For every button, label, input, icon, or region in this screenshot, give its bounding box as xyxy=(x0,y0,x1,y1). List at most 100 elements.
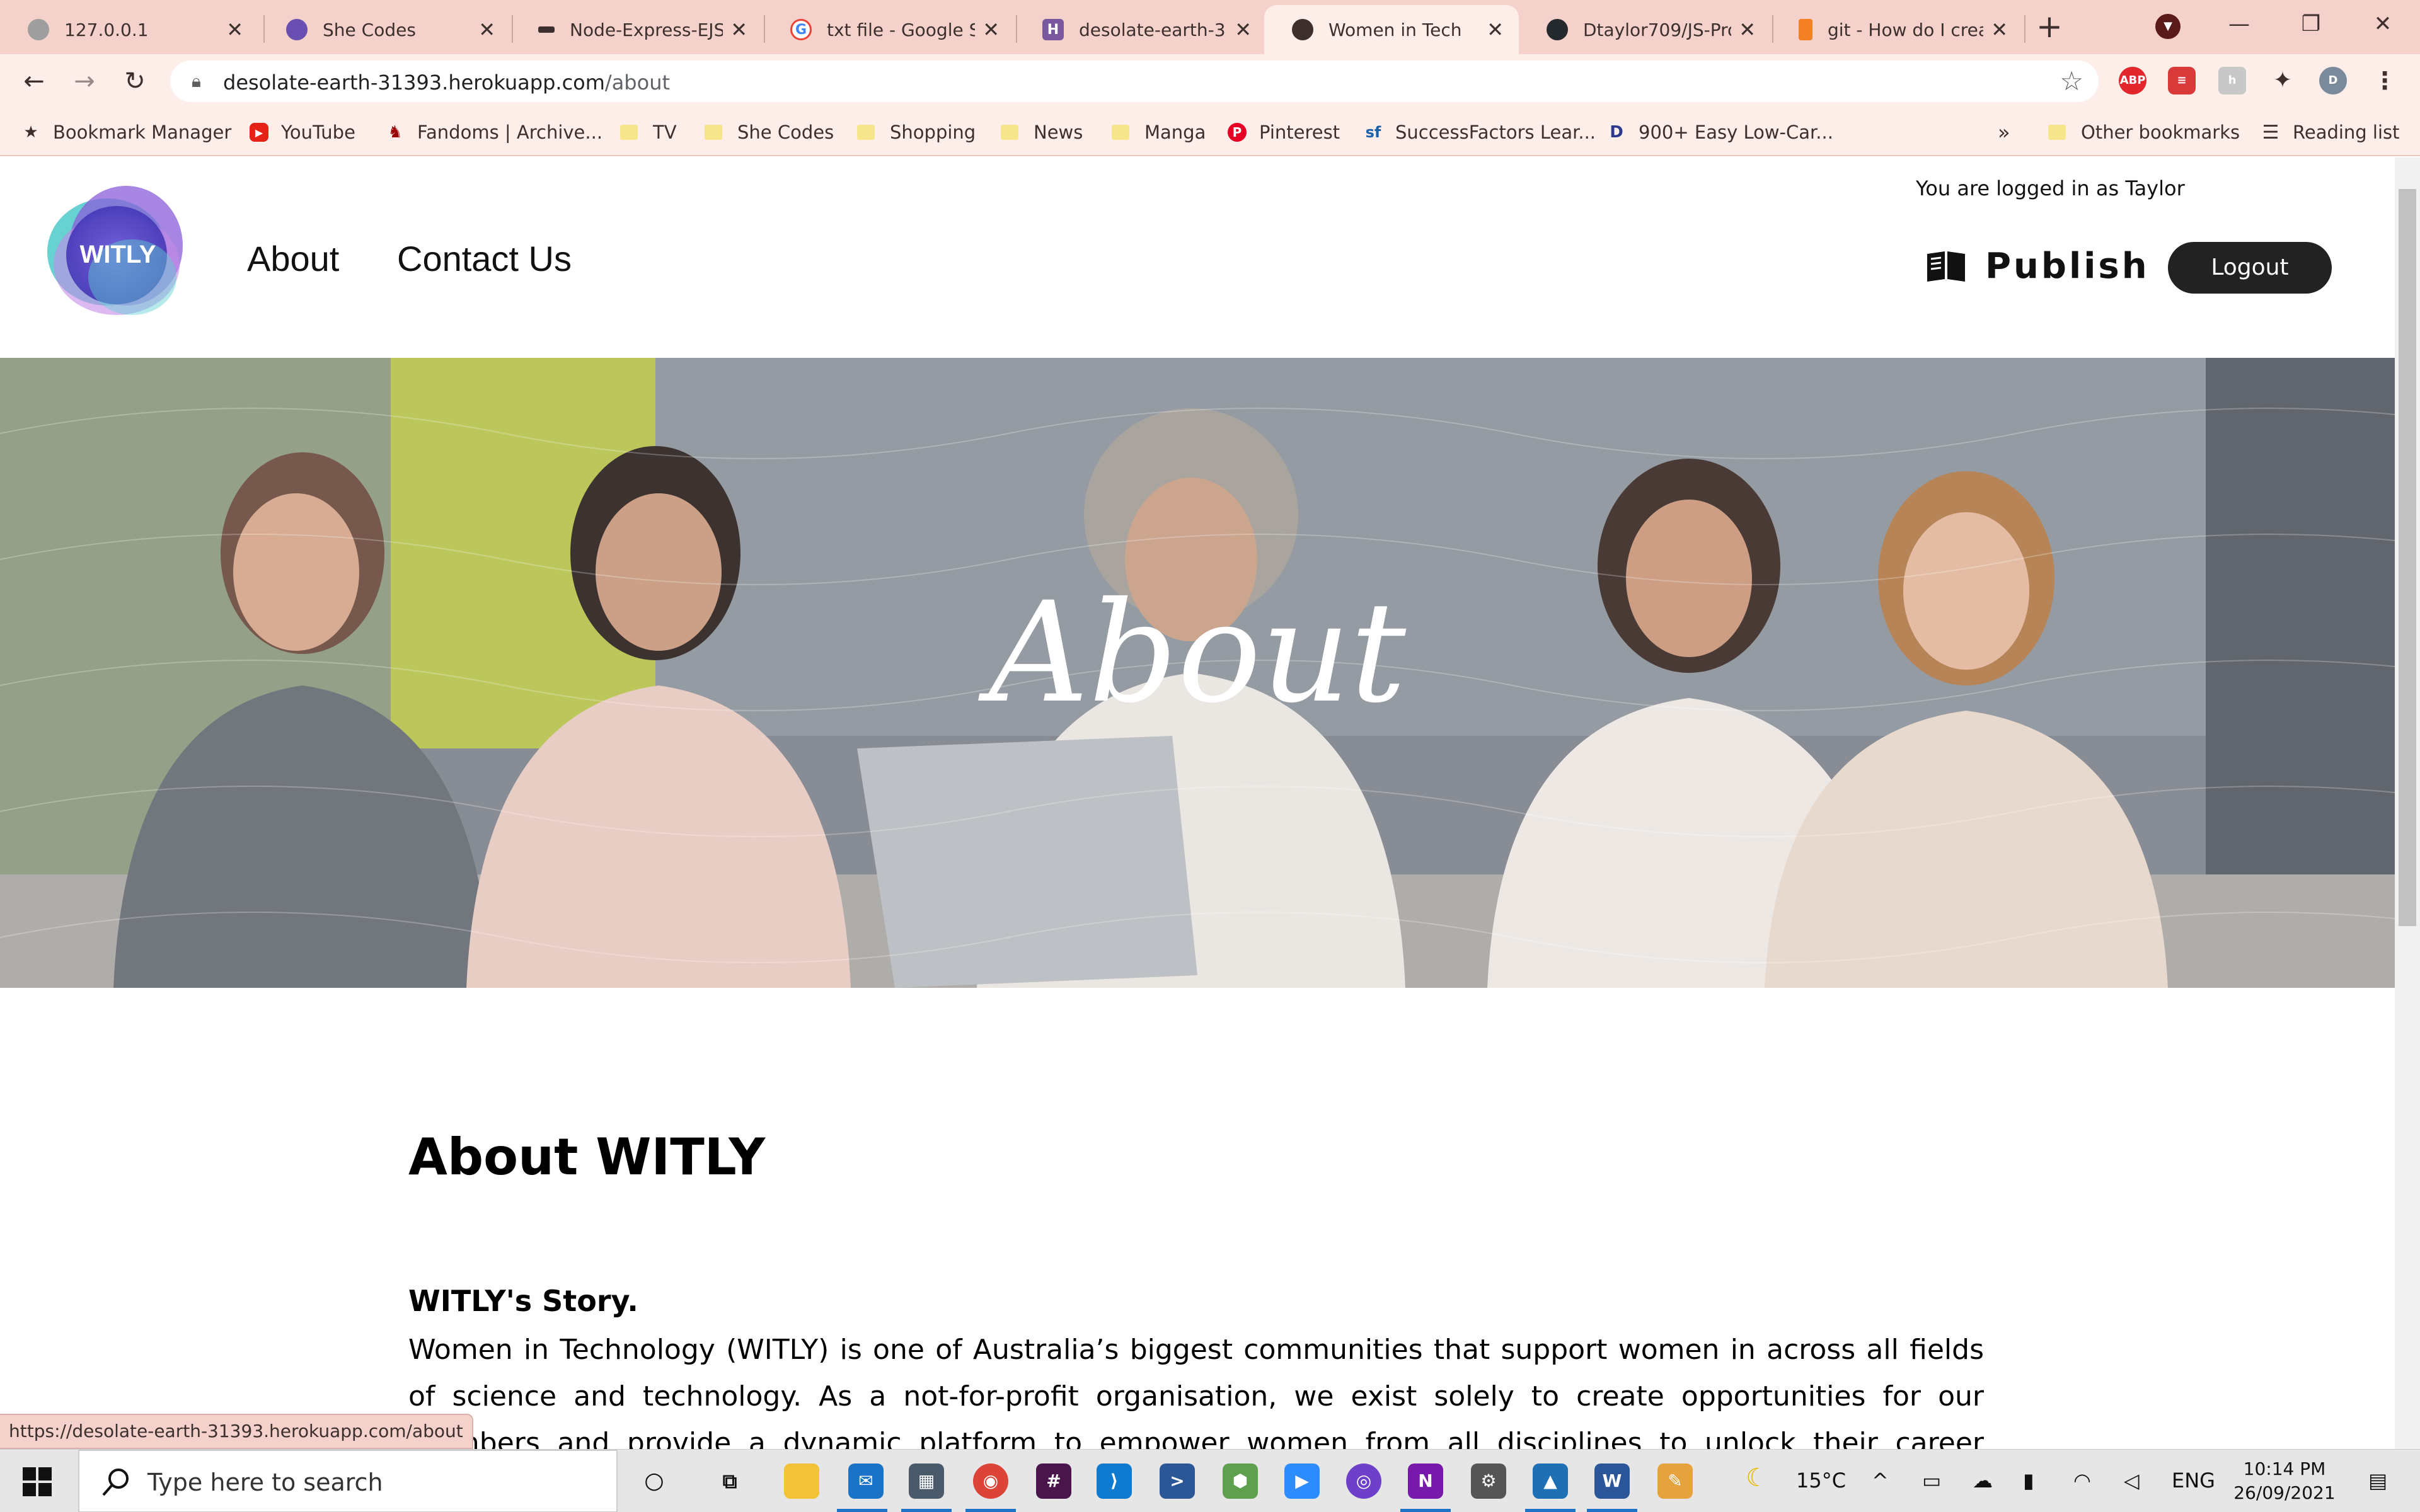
bookmark-label: News xyxy=(1034,122,1083,143)
url-text[interactable]: desolate-earth-31393.herokuapp.com/about xyxy=(223,71,670,94)
bookmark-folder-she-codes[interactable]: She Codes xyxy=(705,120,834,145)
reading-list-icon: ☰ xyxy=(2262,121,2279,144)
bookmark-pinterest[interactable]: P Pinterest xyxy=(1228,120,1340,145)
powershell-icon[interactable]: > xyxy=(1160,1463,1195,1499)
bookmark-low-carb[interactable]: D 900+ Easy Low-Car... xyxy=(1607,120,1833,145)
publish-link[interactable]: Publish xyxy=(1926,246,2150,287)
nav-contact-us[interactable]: Contact Us xyxy=(397,238,572,279)
bookmark-star-icon[interactable]: ☆ xyxy=(2060,66,2083,96)
bookmarks-overflow-chevron-icon[interactable]: » xyxy=(1998,120,2010,145)
word-icon[interactable]: W xyxy=(1594,1463,1630,1499)
address-bar[interactable]: 🔒︎ desolate-earth-31393.herokuapp.com/ab… xyxy=(170,60,2099,102)
scrollbar-thumb[interactable] xyxy=(2399,189,2416,926)
reload-icon[interactable]: ↻ xyxy=(116,63,154,101)
taskbar-search[interactable]: Type here to search xyxy=(78,1450,618,1512)
bookmark-successfactors[interactable]: sf SuccessFactors Lear... xyxy=(1364,120,1596,145)
settings-icon[interactable]: ⚙ xyxy=(1471,1463,1506,1499)
tab-title: Women in Tech xyxy=(1328,19,1462,40)
close-tab-icon[interactable]: ✕ xyxy=(478,18,495,42)
paint-icon[interactable]: ✎ xyxy=(1657,1463,1693,1499)
nav-about[interactable]: About xyxy=(247,238,339,279)
photos-active-indicator xyxy=(1525,1509,1576,1512)
calculator-icon[interactable]: ▦ xyxy=(909,1463,944,1499)
onenote-icon[interactable]: N xyxy=(1408,1463,1443,1499)
close-tab-icon[interactable]: ✕ xyxy=(1235,18,1252,42)
chrome-icon[interactable]: ◉ xyxy=(973,1463,1008,1499)
file-explorer-icon[interactable] xyxy=(784,1463,819,1499)
new-tab-button[interactable]: + xyxy=(2031,9,2068,47)
notifications-icon[interactable]: ▤ xyxy=(2368,1469,2387,1492)
bookmark-label: YouTube xyxy=(281,122,355,143)
close-tab-icon[interactable]: ✕ xyxy=(1739,18,1756,42)
taskbar-clock[interactable]: 10:14 PM 26/09/2021 xyxy=(2225,1457,2344,1505)
mail-icon[interactable]: ✉ xyxy=(848,1463,884,1499)
other-bookmarks[interactable]: Other bookmarks xyxy=(2048,120,2240,145)
bookmark-folder-manga[interactable]: Manga xyxy=(1112,120,1206,145)
close-tab-icon[interactable]: ✕ xyxy=(1991,18,2008,42)
tab-search-icon[interactable]: ▼ xyxy=(2155,14,2181,39)
tab-title: She Codes xyxy=(323,19,416,40)
lock-icon[interactable]: 🔒︎ xyxy=(192,71,201,92)
extension-gray-icon[interactable]: h xyxy=(2218,67,2246,94)
cortana-icon[interactable]: ○ xyxy=(637,1463,672,1499)
github-icon xyxy=(1547,19,1568,40)
page-scrollbar[interactable] xyxy=(2395,158,2420,1449)
zoom-icon[interactable]: ▶ xyxy=(1284,1463,1320,1499)
onedrive-icon[interactable]: ☁ xyxy=(1973,1469,1993,1492)
close-tab-icon[interactable]: ✕ xyxy=(226,18,243,42)
tab-github[interactable]: Dtaylor709/JS-Pro ✕ xyxy=(1519,5,1771,54)
bookmark-folder-shopping[interactable]: Shopping xyxy=(857,120,976,145)
close-tab-icon[interactable]: ✕ xyxy=(982,18,1000,42)
bookmark-folder-news[interactable]: News xyxy=(1001,120,1083,145)
bookmark-youtube[interactable]: ▶ YouTube xyxy=(250,120,355,145)
vscode-icon[interactable]: ⟩ xyxy=(1097,1463,1132,1499)
slack-icon[interactable]: # xyxy=(1036,1463,1071,1499)
task-view-icon[interactable]: ⧉ xyxy=(712,1463,747,1499)
photos-icon[interactable]: ▲ xyxy=(1533,1463,1568,1499)
stackoverflow-icon xyxy=(1799,19,1812,40)
close-window-icon[interactable]: ✕ xyxy=(2354,5,2411,43)
tab-stackoverflow[interactable]: git - How do I crea ✕ xyxy=(1771,5,2023,54)
adblock-icon[interactable]: ABP xyxy=(2119,67,2146,94)
mail-active-indicator xyxy=(837,1509,887,1512)
tab-127-0-0-1[interactable]: 127.0.0.1 ✕ xyxy=(0,5,258,54)
star-icon: ★ xyxy=(23,123,38,142)
nodejs-icon[interactable]: ⬢ xyxy=(1223,1463,1258,1499)
close-tab-icon[interactable]: ✕ xyxy=(730,18,747,42)
close-tab-icon[interactable]: ✕ xyxy=(1487,18,1504,42)
bookmark-folder-tv[interactable]: TV xyxy=(620,120,677,145)
windows-start-icon[interactable] xyxy=(23,1467,52,1496)
minimize-icon[interactable]: — xyxy=(2211,5,2267,43)
tab-heroku[interactable]: H desolate-earth-31 ✕ xyxy=(1015,5,1267,54)
tray-chevron-up-icon[interactable]: ^ xyxy=(1872,1469,1889,1492)
tab-node-express[interactable]: Node-Express-EJS ✕ xyxy=(510,5,763,54)
reading-list[interactable]: ☰ Reading list xyxy=(2261,120,2400,145)
tab-she-codes[interactable]: She Codes ✕ xyxy=(258,5,510,54)
github-desktop-icon[interactable]: ◎ xyxy=(1346,1463,1381,1499)
restore-icon[interactable]: ❐ xyxy=(2283,5,2339,43)
logout-button[interactable]: Logout xyxy=(2168,242,2332,294)
volume-icon[interactable]: ◁ xyxy=(2124,1469,2140,1492)
story-heading: WITLY's Story. xyxy=(408,1284,638,1318)
menu-icon[interactable]: ⋮ xyxy=(2371,67,2399,94)
tab-women-in-tech[interactable]: Women in Tech ✕ xyxy=(1264,5,1519,54)
extension-red-icon[interactable]: ≡ xyxy=(2168,67,2196,94)
weather-moon-icon[interactable]: ☾ xyxy=(1746,1463,1768,1492)
onenote-active-indicator xyxy=(1400,1509,1451,1512)
globe-icon xyxy=(28,19,49,40)
back-icon[interactable]: ← xyxy=(15,63,53,101)
meet-now-icon[interactable]: ▭ xyxy=(1922,1469,1941,1492)
bookmark-manager[interactable]: ★ Bookmark Manager xyxy=(21,120,231,145)
language-indicator[interactable]: ENG xyxy=(2172,1469,2215,1492)
weather-temperature[interactable]: 15°C xyxy=(1796,1469,1846,1492)
book-icon xyxy=(1927,251,1965,282)
tab-title: Dtaylor709/JS-Pro xyxy=(1583,19,1732,40)
battery-icon[interactable]: ▮ xyxy=(2023,1469,2034,1492)
tab-title: Node-Express-EJS xyxy=(570,19,723,40)
forward-icon[interactable]: → xyxy=(66,63,103,101)
extensions-puzzle-icon[interactable]: ✦ xyxy=(2269,67,2296,94)
wifi-icon[interactable]: ◠ xyxy=(2073,1469,2091,1492)
profile-avatar[interactable]: D xyxy=(2319,67,2347,94)
bookmark-fandoms[interactable]: ♞ Fandoms | Archive... xyxy=(386,120,602,145)
tab-google-search[interactable]: G txt file - Google Se ✕ xyxy=(763,5,1015,54)
